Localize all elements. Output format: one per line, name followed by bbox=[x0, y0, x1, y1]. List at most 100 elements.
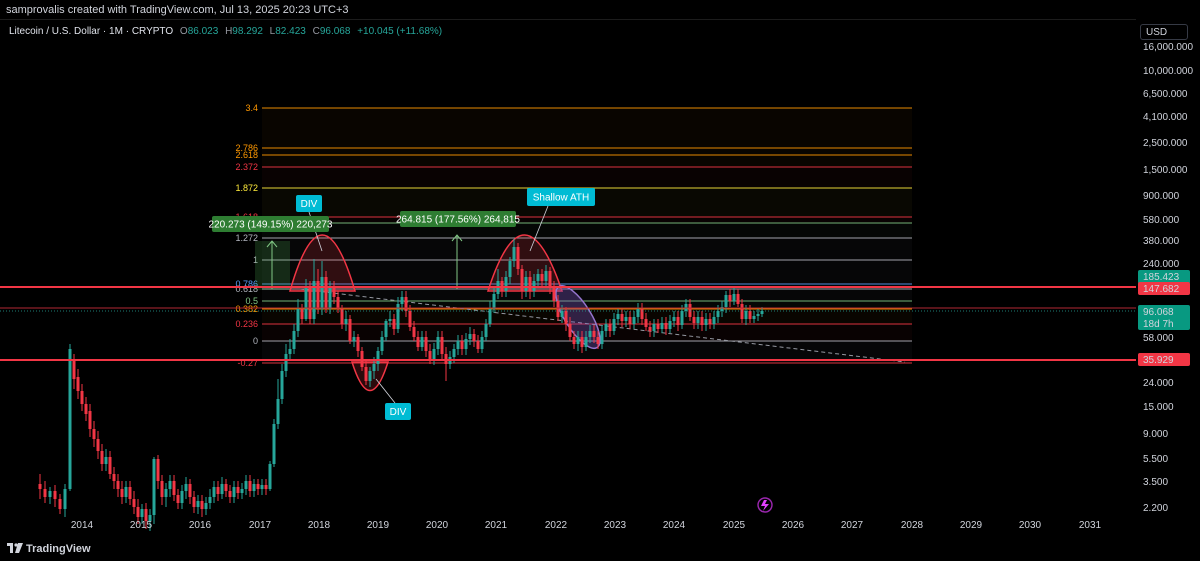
candle-body bbox=[680, 311, 684, 325]
candle-body bbox=[384, 321, 388, 337]
candle-body bbox=[472, 334, 476, 341]
time-axis-label: 2019 bbox=[367, 520, 390, 531]
candle-body bbox=[180, 491, 184, 503]
candle-body bbox=[408, 311, 412, 327]
candle-body bbox=[92, 429, 96, 439]
time-axis-label: 2017 bbox=[249, 520, 272, 531]
candle-body bbox=[660, 323, 664, 329]
time-axis[interactable]: 2014 2015 2016 2017 2018 2019 2020 2021 2022 2023… bbox=[71, 520, 1102, 531]
candle-body bbox=[616, 314, 620, 319]
candle-body bbox=[100, 451, 104, 464]
candle-body bbox=[208, 497, 212, 503]
candle-body bbox=[628, 317, 632, 324]
candle-body bbox=[116, 481, 120, 489]
candle-body bbox=[284, 354, 288, 371]
open-label: O bbox=[179, 26, 188, 37]
candle-body bbox=[656, 324, 660, 329]
candle-body bbox=[48, 491, 52, 497]
price-axis-label: 1,500.000 bbox=[1143, 165, 1188, 176]
candle-body bbox=[316, 281, 320, 309]
price-axis-label: 16,000.000 bbox=[1143, 42, 1193, 53]
candle-body bbox=[460, 341, 464, 349]
candle-body bbox=[528, 277, 532, 291]
candle-body bbox=[584, 337, 588, 347]
candle-body bbox=[504, 277, 508, 291]
candle-body bbox=[696, 317, 700, 323]
price-axis-label: 4,100.000 bbox=[1143, 112, 1188, 123]
candle-body bbox=[400, 297, 404, 304]
price-chart[interactable]: 3.42.7862.6182.3721.8721.6181.41.27210.7… bbox=[0, 19, 1200, 539]
candle-body bbox=[232, 487, 236, 497]
candle-body bbox=[172, 481, 176, 495]
price-tag-resistance: 185.423 bbox=[1138, 270, 1190, 284]
fib-level-label: 2.372 bbox=[235, 162, 258, 172]
currency-button[interactable]: USD bbox=[1140, 24, 1188, 40]
fib-level-label: 0.618 bbox=[235, 284, 258, 294]
candle-body bbox=[404, 297, 408, 311]
candle-body bbox=[436, 337, 440, 349]
candle-body bbox=[580, 337, 584, 347]
candle-body bbox=[336, 297, 340, 309]
tradingview-brand: TradingView bbox=[26, 543, 91, 555]
candle-body bbox=[136, 507, 140, 517]
candle-body bbox=[604, 324, 608, 331]
measure-left-label: 220.273 (149.15%) 220,273 bbox=[209, 216, 333, 232]
time-axis-label: 2027 bbox=[841, 520, 864, 531]
candle-body bbox=[416, 337, 420, 347]
candle-body bbox=[480, 337, 484, 349]
fib-band bbox=[262, 289, 912, 301]
candle-body bbox=[212, 487, 216, 497]
price-tag-current-text: 96.068 bbox=[1143, 307, 1174, 318]
candle-body bbox=[712, 317, 716, 324]
candle-body bbox=[748, 311, 752, 319]
candle-body bbox=[508, 261, 512, 277]
candle-body bbox=[224, 484, 228, 491]
price-axis-label: 900.000 bbox=[1143, 191, 1180, 202]
candle-body bbox=[188, 484, 192, 497]
candle-body bbox=[548, 271, 552, 287]
candle-body bbox=[240, 489, 244, 493]
tradingview-logo[interactable]: TradingView bbox=[7, 543, 91, 555]
candle-body bbox=[492, 294, 496, 309]
candle-body bbox=[268, 464, 272, 489]
low-value: 82.423 bbox=[275, 26, 306, 37]
attribution-bar: samprovalis created with TradingView.com… bbox=[0, 0, 1200, 19]
time-axis-label: 2028 bbox=[901, 520, 924, 531]
candle-body bbox=[600, 331, 604, 344]
tradingview-logo-icon bbox=[7, 543, 23, 553]
candle-body bbox=[264, 485, 268, 489]
footer-bar bbox=[0, 539, 1200, 561]
candle-body bbox=[516, 247, 520, 269]
candle-body bbox=[368, 371, 372, 381]
fib-band bbox=[262, 167, 912, 188]
candle-body bbox=[672, 317, 676, 321]
candle-body bbox=[108, 457, 112, 474]
candle-body bbox=[324, 277, 328, 309]
candle-body bbox=[228, 491, 232, 497]
candle-body bbox=[568, 324, 572, 337]
candle-body bbox=[648, 327, 652, 331]
change-value: +10.045 (+11.68%) bbox=[357, 26, 443, 37]
high-value: 98.292 bbox=[232, 26, 263, 37]
price-axis-label: 2.200 bbox=[1143, 503, 1168, 514]
fib-level-label: 1.272 bbox=[235, 233, 258, 243]
candle-body bbox=[440, 337, 444, 354]
fib-level-label: 0.236 bbox=[235, 319, 258, 329]
candle-body bbox=[644, 319, 648, 327]
candle-body bbox=[112, 474, 116, 481]
price-axis-label: 24.000 bbox=[1143, 378, 1174, 389]
price-axis-label: 58.000 bbox=[1143, 333, 1174, 344]
fib-band bbox=[262, 217, 912, 223]
candle-body bbox=[556, 301, 560, 317]
candle-body bbox=[80, 391, 84, 404]
fib-band bbox=[262, 108, 912, 148]
candle-body bbox=[756, 314, 760, 316]
candle-body bbox=[196, 501, 200, 507]
time-axis-label: 2015 bbox=[130, 520, 153, 531]
symbol-name[interactable]: Litecoin / U.S. Dollar · 1M · CRYPTO bbox=[9, 26, 173, 37]
candle-body bbox=[380, 337, 384, 351]
candle-body bbox=[512, 247, 516, 261]
candle-body bbox=[744, 311, 748, 319]
measure-right-label: 264.815 (177.56%) 264,815 bbox=[396, 211, 520, 227]
time-axis-label: 2030 bbox=[1019, 520, 1042, 531]
